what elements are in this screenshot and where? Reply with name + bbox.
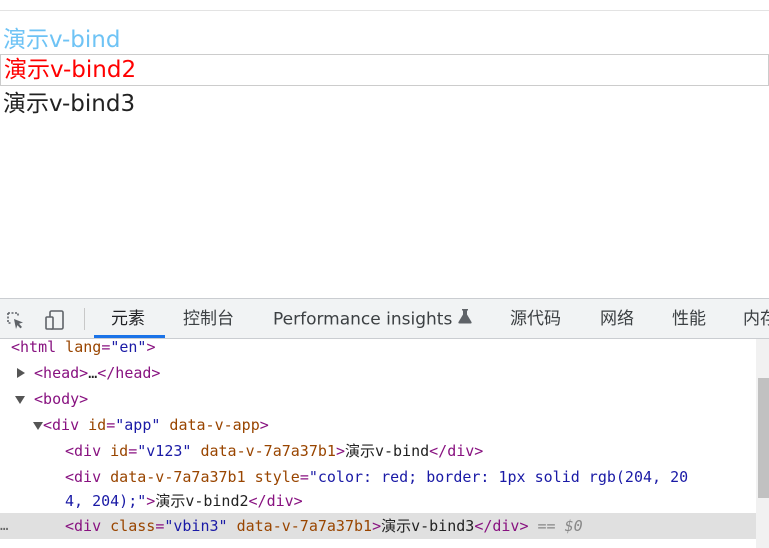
toolbar-separator [84,308,85,330]
rendered-page: 演示v-bind 演示v-bind2 演示v-bind3 [0,0,769,298]
dom-node-div-styled-cont[interactable]: 4, 204);">演示v-bind2</div> [0,488,756,514]
demo-line-3: 演示v-bind3 [3,91,136,117]
expand-triangle-icon[interactable] [17,368,25,378]
devtools-panel: 元素 控制台 Performance insights 源代码 网络 性能 内存… [0,298,769,548]
dom-node-div-styled[interactable]: <div data-v-7a7a37b1 style="color: red; … [0,464,756,490]
dom-node-app[interactable]: <div id="app" data-v-app> [0,412,756,438]
collapse-triangle-icon[interactable] [15,396,25,404]
dom-node-head[interactable]: <head>…</head> [0,360,756,386]
tab-sources[interactable]: 源代码 [510,299,561,338]
tab-performance-insights-label: Performance insights [273,309,453,330]
dom-tree: <html lang="en"> <head>…</head> <body> <… [0,339,756,548]
demo-line-1: 演示v-bind [3,27,121,53]
dom-node-body[interactable]: <body> [0,386,756,412]
devtools-toolbar: 元素 控制台 Performance insights 源代码 网络 性能 内存 [0,299,769,339]
page-divider [0,10,769,11]
device-toolbar-icon[interactable] [44,309,66,331]
dom-scrollbar-thumb[interactable] [758,378,769,498]
tab-performance-insights[interactable]: Performance insights [273,299,472,338]
node-actions-dots[interactable]: … [0,513,8,539]
inspect-element-icon[interactable] [4,309,26,331]
dom-node-html[interactable]: <html lang="en"> [0,339,756,360]
tab-memory[interactable]: 内存 [743,299,769,338]
active-tab-indicator [94,335,165,338]
tab-performance[interactable]: 性能 [672,299,706,338]
demo-line-2: 演示v-bind2 [0,54,769,86]
tab-network[interactable]: 网络 [600,299,634,338]
dom-node-div-vbin3[interactable]: … <div class="vbin3" data-v-7a7a37b1>演示v-… [0,513,756,539]
collapse-triangle-icon[interactable] [33,422,43,430]
beaker-icon [458,299,472,340]
dom-node-div-v123[interactable]: <div id="v123" data-v-7a7a37b1>演示v-bind<… [0,438,756,464]
tab-elements[interactable]: 元素 [111,299,145,338]
tab-console[interactable]: 控制台 [183,299,234,338]
